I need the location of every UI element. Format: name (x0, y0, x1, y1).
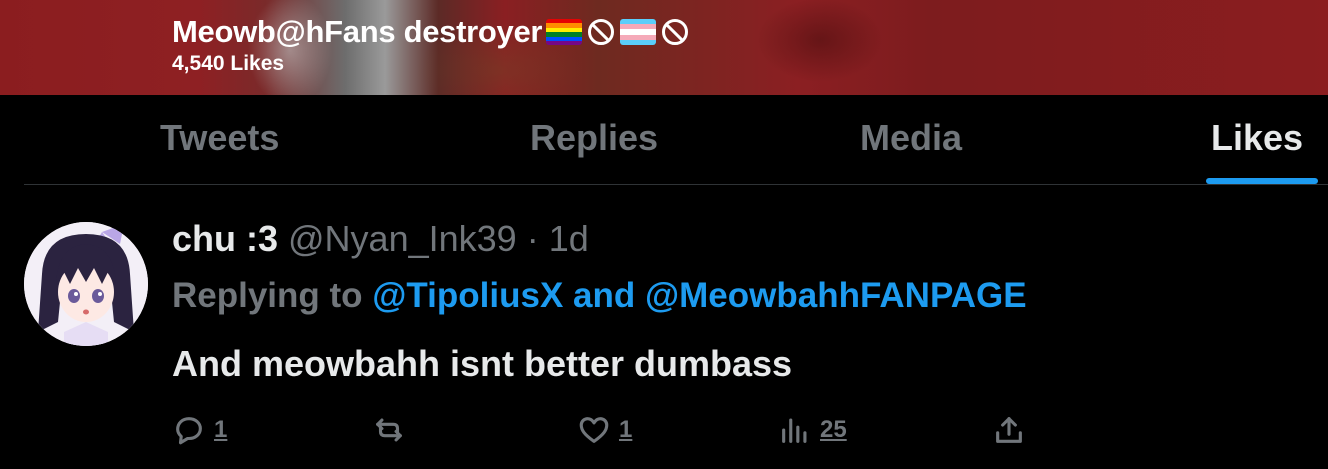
profile-tabs: Tweets Replies Media Likes (0, 95, 1328, 185)
tweet-text: And meowbahh isnt better dumbass (172, 343, 793, 384)
tab-tweets[interactable]: Tweets (160, 117, 279, 159)
reply-mention-2[interactable]: @MeowbahhFANPAGE (645, 276, 1027, 315)
prohibited-icon (662, 19, 689, 45)
replying-prefix: Replying to (172, 276, 363, 315)
tweet-header: chu :3 @Nyan_Ink39 · 1d (172, 218, 589, 260)
anime-avatar-icon (24, 222, 148, 346)
like-button[interactable]: 1 (577, 412, 632, 448)
profile-header-banner: Meowb@hFans destroyer 4,540 Likes (0, 0, 1328, 95)
views-chart-icon (782, 418, 807, 443)
reply-button[interactable]: 1 (172, 412, 227, 448)
reply-mention-1[interactable]: @TipoliusX (372, 276, 563, 315)
retweet-button[interactable] (372, 412, 414, 448)
reply-and: and (573, 276, 636, 315)
share-button[interactable] (992, 412, 1026, 448)
reply-icon (176, 417, 202, 445)
tweet-author-handle[interactable]: @Nyan_Ink39 (288, 218, 517, 260)
profile-display-name: Meowb@hFans destroyer (172, 14, 543, 49)
tweet-author-name[interactable]: chu :3 (172, 218, 278, 260)
views-count: 25 (820, 416, 847, 443)
avatar[interactable] (24, 222, 148, 346)
prohibited-icon (588, 19, 615, 45)
tab-media[interactable]: Media (860, 117, 962, 159)
heart-icon (579, 417, 609, 443)
tabs-divider (24, 184, 1328, 185)
views-button[interactable]: 25 (778, 412, 847, 448)
rainbow-flag-icon (546, 19, 583, 45)
retweet-icon (376, 418, 402, 442)
reply-count: 1 (214, 416, 228, 443)
share-icon (996, 417, 1022, 443)
tweet-separator: · (526, 218, 539, 259)
tweet-timestamp[interactable]: 1d (549, 218, 589, 260)
replying-to-line: Replying to @TipoliusX and @MeowbahhFANP… (172, 276, 1027, 316)
tab-likes[interactable]: Likes (1211, 117, 1303, 159)
tab-replies[interactable]: Replies (530, 117, 658, 159)
transgender-flag-icon (620, 19, 657, 45)
like-count: 1 (619, 416, 633, 443)
profile-likes-count: 4,540 Likes (172, 52, 285, 75)
profile-title: Meowb@hFans destroyer (172, 14, 690, 50)
